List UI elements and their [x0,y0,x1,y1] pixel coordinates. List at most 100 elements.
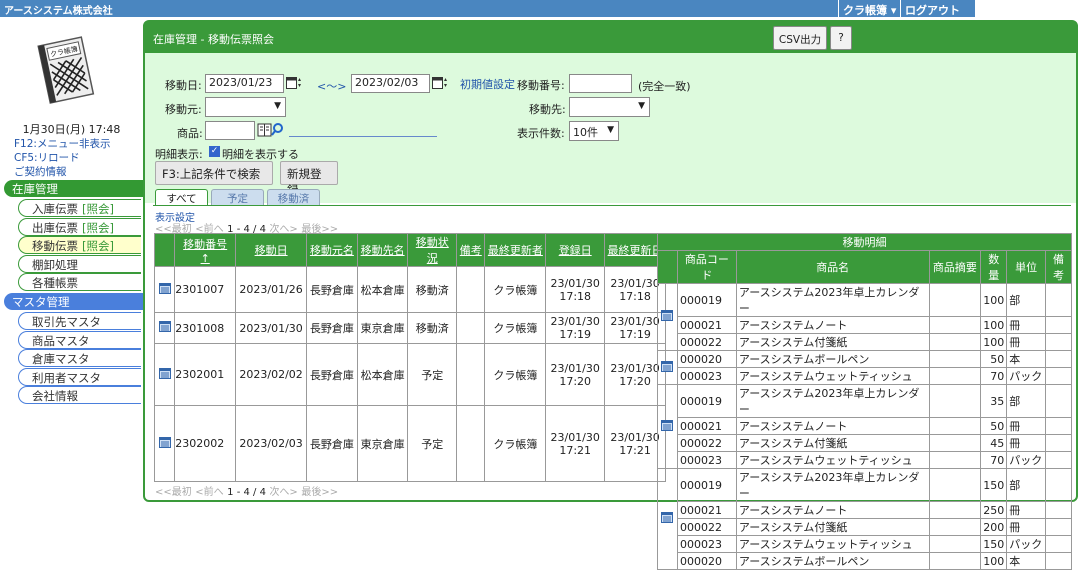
user-menu[interactable]: クラ帳簿 ▾ [838,0,900,17]
sidebar-item-label: 移動伝票 [32,239,78,254]
product-label: 商品: [177,127,203,140]
logout-link[interactable]: ログアウト [900,0,964,17]
new-entry-button[interactable]: 新規登録 [280,161,338,197]
help-button[interactable]: ? [830,26,852,50]
sidebar-item[interactable]: 商品マスタ [18,330,141,349]
contract-link[interactable]: ご契約情報 [14,164,67,179]
detail-row: 000021 アースシステムノート 250 冊 [658,501,1072,519]
csv-export-button[interactable]: CSV出力 [773,26,827,50]
detail-cell [928,468,982,502]
menu-section-0[interactable]: 在庫管理 [4,180,143,197]
detail-cell [1045,468,1072,502]
detail-view-icon[interactable] [153,404,176,483]
tab-all[interactable]: すべて [155,189,208,205]
detail-cell [1045,333,1072,351]
list-column-header[interactable]: 移動番号 ↑ [174,233,237,267]
cell-date: 2023/02/03 [235,404,308,483]
table-row[interactable]: 2301007 2023/01/26 長野倉庫 松本倉庫 移動済 クラ帳簿 23/01/30… [153,265,666,314]
product-search-icon[interactable] [257,122,287,138]
detail-cell: 冊 [1006,333,1047,351]
detail-cell: アースシステムノート [735,501,930,519]
search-button[interactable]: F3:上記条件で検索 [155,161,273,185]
tab-moved[interactable]: 移動済 [267,189,320,205]
calendar-icon[interactable] [432,76,448,90]
sidebar-item[interactable]: 取引先マスタ [18,312,141,330]
menu-toggle-link[interactable]: F12:メニュー非表示 [14,136,110,151]
detail-view-icon[interactable] [153,265,176,314]
detail-edit-icon[interactable] [657,468,678,570]
sidebar-item[interactable]: 棚卸処理 [18,254,141,273]
detail-edit-icon[interactable] [657,350,678,385]
sidebar-item[interactable]: 会社情報 [18,386,141,405]
tab-planned[interactable]: 予定 [211,189,264,205]
cell-reg: 23/01/30 17:19 [545,312,606,345]
move-no-input[interactable] [569,74,632,93]
list-column-header[interactable]: 移動先名 [356,233,409,267]
detail-column-header: 備考 [1045,250,1072,284]
detail-cell [1045,283,1072,317]
detail-view-icon[interactable] [153,343,176,406]
detail-row: 000022 アースシステム付箋紙 100 冊 [658,333,1072,351]
table-row[interactable]: 2301008 2023/01/30 長野倉庫 東京倉庫 移動済 クラ帳簿 23/01/30… [153,312,666,345]
reload-link[interactable]: CF5:リロード [14,150,80,165]
detail-cell [928,451,982,469]
sidebar-item[interactable]: 入庫伝票 [照会] [18,199,141,217]
cell-no: 2301007 [174,265,237,314]
calendar-icon[interactable] [286,76,302,90]
detail-column-header: 数量 [980,250,1008,284]
detail-cell: 150 [980,535,1008,553]
sidebar-item[interactable]: 利用者マスタ [18,367,141,386]
detail-column-header: 商品摘要 [928,250,982,284]
product-code-input[interactable] [205,121,255,140]
detail-cell: 000019 [676,283,737,317]
menu-section-1[interactable]: マスタ管理 [4,293,143,310]
cell-updater: クラ帳簿 [484,265,547,314]
cell-note [456,312,486,345]
detail-edit-icon[interactable] [657,384,678,469]
from-warehouse-select[interactable]: ▼ [205,97,286,117]
product-name-field[interactable] [289,136,437,137]
detail-row: 000021 アースシステムノート 100 冊 [658,316,1072,334]
detail-column-header: 単位 [1006,250,1047,284]
detail-cell: アースシステムノート [735,417,930,435]
detail-checkbox-label: 明細を表示する [222,148,299,161]
detail-row: 000023 アースシステムウェットティッシュ 70 パック [658,367,1072,385]
list-column-header[interactable]: 移動日 [235,233,308,267]
detail-display-label: 明細表示: [155,148,203,161]
detail-edit-icon[interactable] [657,283,678,351]
list-column-header[interactable]: 移動元名 [306,233,358,267]
to-warehouse-select[interactable]: ▼ [569,97,650,117]
current-date: 1月30日(月) 17:48 [22,123,121,136]
detail-cell [928,535,982,553]
list-column-header[interactable]: 移動状況 [407,233,458,267]
detail-cell: 冊 [1006,434,1047,452]
table-row[interactable]: 2302001 2023/02/02 長野倉庫 松本倉庫 予定 クラ帳簿 23/01/30 1… [153,343,666,406]
detail-icon-header [657,250,678,284]
detail-cell [1045,552,1072,570]
reset-defaults-link[interactable]: 初期値設定 [460,76,515,92]
sidebar-item-sublink[interactable]: [照会] [82,239,114,253]
detail-cell: 本 [1006,350,1047,368]
sidebar-item-sublink[interactable]: [照会] [82,221,114,235]
detail-checkbox[interactable]: ✓ [209,146,220,157]
detail-cell [1045,451,1072,469]
list-column-header[interactable]: 登録日 [545,233,606,267]
sidebar-item[interactable]: 各種帳票 [18,273,141,292]
list-column-header[interactable]: 最終更新者 [484,233,547,267]
date-to-input[interactable]: 2023/02/03 [351,74,430,93]
sidebar-item-label: 取引先マスタ [32,315,101,329]
from-warehouse-label: 移動元: [165,103,202,116]
list-column-header[interactable]: 備考 [456,233,486,267]
pager-bottom: <<最初 <前へ 1 - 4 / 4 次へ> 最後>> [155,483,338,498]
detail-view-icon[interactable] [153,312,176,345]
sidebar-item-sublink[interactable]: [照会] [82,202,114,216]
display-count-select[interactable]: 10件 ▼ [569,121,619,141]
move-list-table: 移動番号 ↑ 移動日 移動元名 移動先名 移動状況 備考 最終更新者 登録日 最終更新日 230… [153,233,666,483]
sidebar-item[interactable]: 倉庫マスタ [18,349,141,368]
sidebar-item[interactable]: 移動伝票 [照会] [18,236,141,255]
sidebar-item-label: 会社情報 [32,389,78,404]
detail-cell: 100 [980,552,1008,570]
date-from-input[interactable]: 2023/01/23 [205,74,284,93]
sidebar-item[interactable]: 出庫伝票 [照会] [18,217,141,236]
table-row[interactable]: 2302002 2023/02/03 長野倉庫 東京倉庫 予定 クラ帳簿 23/01/30 1… [153,404,666,483]
